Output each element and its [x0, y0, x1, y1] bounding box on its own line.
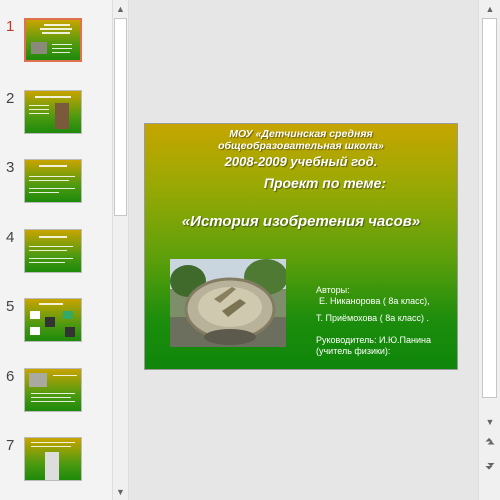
thumbnail-number: 6	[6, 368, 15, 385]
thumbnail-slide-2[interactable]: 2	[0, 90, 112, 150]
thumbnail-slide-1[interactable]: 1	[0, 18, 112, 78]
thumbnail-number: 1	[6, 18, 15, 35]
author-1: Е. Никанорова ( 8а класс),	[319, 296, 430, 306]
slide-thumbnail-pane: 1 2 3 4 5 6 7	[0, 0, 112, 500]
thumbnail-slide-5[interactable]: 5	[0, 298, 112, 358]
double-chevron-down-icon[interactable]: ⏷ ⏷	[481, 458, 499, 474]
thumbnail-image	[24, 159, 82, 203]
triangle-up-icon[interactable]: ▲	[113, 0, 128, 17]
thumbnail-number: 7	[6, 437, 15, 454]
triangle-up-icon[interactable]: ▲	[481, 0, 499, 17]
supervisor: Руководитель: И.Ю.Панина	[316, 335, 431, 345]
slide-scrollbar[interactable]: ▲ ▼ ⏶ ⏶ ⏷ ⏷	[478, 0, 500, 500]
scrollbar-thumb[interactable]	[114, 18, 127, 216]
thumbnail-image	[24, 229, 82, 273]
thumbnail-slide-3[interactable]: 3	[0, 159, 112, 219]
author-2: Т. Приёмохова ( 8а класс) .	[316, 313, 429, 323]
scrollbar-thumb[interactable]	[482, 18, 497, 398]
thumbnail-image	[24, 298, 82, 342]
thumbnail-scrollbar[interactable]: ▲ ▼	[112, 0, 129, 500]
thumbnail-image	[24, 437, 82, 481]
project-label: Проект по теме:	[263, 175, 387, 191]
thumbnail-slide-6[interactable]: 6	[0, 368, 112, 428]
year-heading: 2008-2009 учебный год.	[224, 154, 378, 169]
slide-canvas[interactable]: МОУ «Детчинская средняя общеобразователь…	[144, 123, 458, 370]
slide-editor-area: МОУ «Детчинская средняя общеобразователь…	[130, 0, 478, 500]
slide-title: «История изобретения часов»	[181, 213, 421, 230]
thumbnail-image	[24, 368, 82, 412]
school-line-1: МОУ «Детчинская средняя	[229, 128, 373, 140]
thumbnail-slide-4[interactable]: 4	[0, 229, 112, 289]
authors-label: Авторы:	[316, 285, 350, 295]
thumbnail-number: 2	[6, 90, 15, 107]
thumbnail-number: 4	[6, 229, 15, 246]
thumbnail-number: 5	[6, 298, 15, 315]
sundial-photo	[170, 259, 286, 347]
school-line-2: общеобразовательная школа»	[218, 140, 384, 152]
supervisor-role: (учитель физики):	[316, 346, 391, 356]
thumbnail-image	[24, 18, 82, 62]
thumbnail-number: 3	[6, 159, 15, 176]
thumbnail-slide-7[interactable]: 7	[0, 437, 112, 497]
triangle-down-icon[interactable]: ▼	[481, 413, 499, 430]
double-chevron-up-icon[interactable]: ⏶ ⏶	[481, 435, 499, 450]
triangle-down-icon[interactable]: ▼	[113, 483, 128, 500]
thumbnail-image	[24, 90, 82, 134]
